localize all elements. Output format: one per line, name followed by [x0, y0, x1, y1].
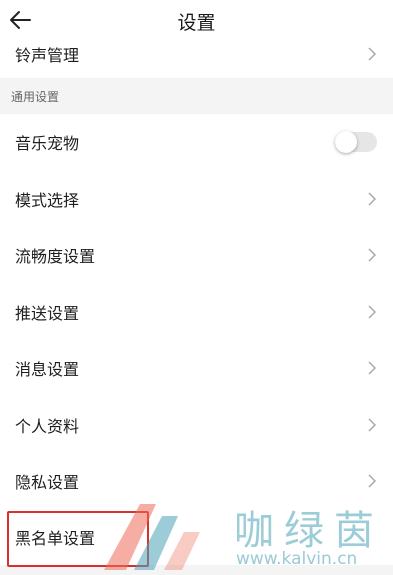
settings-item-mode[interactable]: 模式选择	[0, 170, 393, 227]
page-title: 设置	[177, 12, 216, 34]
section-header-general: 通用设置	[0, 78, 393, 114]
chevron-right-icon	[368, 248, 377, 262]
settings-item-message[interactable]: 消息设置	[0, 340, 393, 396]
settings-item-push[interactable]: 推送设置	[0, 283, 393, 340]
watermark-url: www.kalvin.cn	[236, 549, 358, 569]
settings-item-ringtone[interactable]: 铃声管理	[0, 40, 393, 78]
top-bar: 设置	[0, 0, 393, 40]
chevron-right-icon	[368, 474, 377, 488]
settings-item-label: 消息设置	[15, 360, 80, 379]
settings-item-label: 铃声管理	[15, 46, 80, 65]
settings-item-label: 音乐宠物	[15, 134, 80, 153]
chevron-right-icon	[368, 304, 377, 319]
chevron-right-icon	[368, 191, 377, 206]
settings-item-label: 推送设置	[15, 303, 80, 323]
settings-item-music-pet[interactable]: 音乐宠物	[0, 114, 393, 170]
chevron-right-icon	[368, 417, 377, 432]
settings-item-label: 流畅度设置	[15, 247, 96, 266]
watermark-text: 咖绿茵	[234, 508, 384, 554]
settings-item-label: 个人资料	[15, 416, 80, 436]
settings-item-label: 隐私设置	[15, 473, 80, 492]
music-pet-toggle[interactable]	[335, 131, 377, 153]
settings-item-label: 模式选择	[15, 190, 80, 210]
chevron-right-icon	[368, 361, 377, 375]
settings-item-fluency[interactable]: 流畅度设置	[0, 227, 393, 283]
toggle-knob	[335, 131, 357, 153]
section-title: 通用设置	[11, 90, 60, 104]
chevron-right-icon	[368, 47, 377, 61]
watermark-logo-icon	[104, 504, 200, 570]
settings-item-profile[interactable]: 个人资料	[0, 396, 393, 453]
